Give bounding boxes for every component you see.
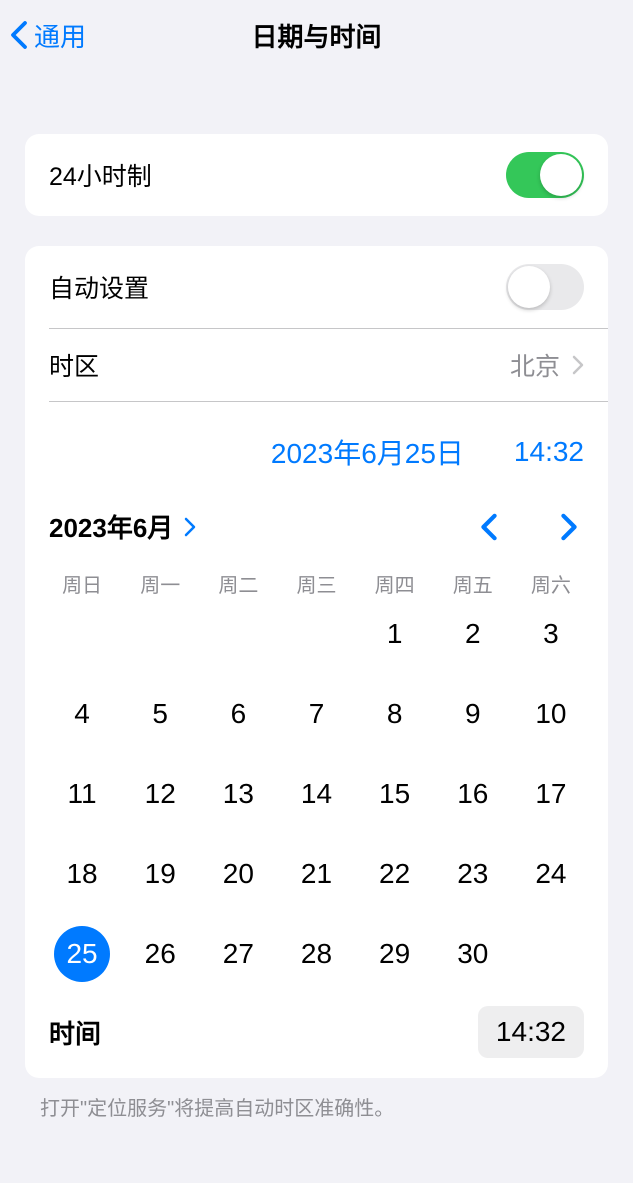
calendar-grid: 1234567891011121314151617181920212223242… — [25, 606, 608, 982]
calendar-day[interactable]: 4 — [43, 686, 121, 742]
calendar-day[interactable]: 13 — [199, 766, 277, 822]
weekday-row: 周日周一周二周三周四周五周六 — [25, 569, 608, 606]
calendar-day[interactable]: 3 — [512, 606, 590, 662]
month-nav — [474, 512, 584, 542]
calendar-day[interactable]: 1 — [356, 606, 434, 662]
chevron-right-icon — [560, 513, 578, 541]
calendar-day[interactable]: 24 — [512, 846, 590, 902]
calendar-day[interactable]: 18 — [43, 846, 121, 902]
back-label: 通用 — [34, 17, 86, 54]
hour-format-section: 24小时制 — [25, 134, 608, 216]
month-picker-button[interactable]: 2023年6月 — [49, 508, 197, 545]
time-picker-button[interactable]: 14:32 — [478, 1006, 584, 1058]
calendar-day[interactable]: 29 — [356, 926, 434, 982]
weekday-label: 周四 — [356, 569, 434, 598]
calendar-day[interactable]: 2 — [434, 606, 512, 662]
calendar-day[interactable]: 22 — [356, 846, 434, 902]
toggle-knob — [508, 266, 550, 308]
calendar-day[interactable]: 26 — [121, 926, 199, 982]
time-row: 时间 14:32 — [25, 982, 608, 1078]
weekday-label: 周一 — [121, 569, 199, 598]
timezone-row[interactable]: 时区 北京 — [25, 329, 608, 401]
calendar-day[interactable]: 10 — [512, 686, 590, 742]
weekday-label: 周六 — [512, 569, 590, 598]
weekday-label: 周五 — [434, 569, 512, 598]
chevron-left-icon — [10, 20, 28, 50]
auto-set-toggle[interactable] — [506, 264, 584, 310]
hour-format-row: 24小时制 — [25, 134, 608, 216]
calendar-day[interactable]: 27 — [199, 926, 277, 982]
weekday-label: 周三 — [277, 569, 355, 598]
back-button[interactable]: 通用 — [10, 17, 86, 54]
timezone-label: 时区 — [49, 347, 99, 383]
calendar-header: 2023年6月 — [25, 492, 608, 569]
hour-format-label: 24小时制 — [49, 157, 152, 193]
timezone-value-group: 北京 — [510, 347, 584, 383]
page-title: 日期与时间 — [251, 17, 381, 54]
calendar-day[interactable]: 6 — [199, 686, 277, 742]
datetime-section: 自动设置 时区 北京 2023年6月25日 14:32 2023年6月 — [25, 246, 608, 1078]
weekday-label: 周日 — [43, 569, 121, 598]
calendar-day[interactable]: 28 — [277, 926, 355, 982]
calendar-day[interactable]: 15 — [356, 766, 434, 822]
hour-format-toggle[interactable] — [506, 152, 584, 198]
header: 通用 日期与时间 — [0, 0, 633, 70]
footer-hint: 打开"定位服务"将提高自动时区准确性。 — [0, 1078, 633, 1121]
time-label: 时间 — [49, 1014, 101, 1051]
calendar-day[interactable]: 30 — [434, 926, 512, 982]
calendar-day[interactable]: 5 — [121, 686, 199, 742]
month-label: 2023年6月 — [49, 508, 173, 545]
auto-set-label: 自动设置 — [49, 269, 149, 305]
calendar-day[interactable]: 17 — [512, 766, 590, 822]
calendar-day[interactable]: 19 — [121, 846, 199, 902]
calendar-day[interactable]: 11 — [43, 766, 121, 822]
weekday-label: 周二 — [199, 569, 277, 598]
calendar-day[interactable]: 23 — [434, 846, 512, 902]
auto-set-row: 自动设置 — [25, 246, 608, 328]
chevron-left-icon — [480, 513, 498, 541]
calendar-day[interactable]: 8 — [356, 686, 434, 742]
calendar-day[interactable]: 12 — [121, 766, 199, 822]
chevron-right-icon — [183, 517, 197, 537]
calendar-day[interactable]: 16 — [434, 766, 512, 822]
calendar-day[interactable]: 9 — [434, 686, 512, 742]
selected-time[interactable]: 14:32 — [514, 436, 584, 468]
calendar-day[interactable]: 21 — [277, 846, 355, 902]
calendar-day-empty — [43, 606, 121, 662]
calendar-day[interactable]: 20 — [199, 846, 277, 902]
calendar-day-empty — [199, 606, 277, 662]
selected-date[interactable]: 2023年6月25日 — [271, 432, 464, 472]
timezone-value: 北京 — [510, 347, 560, 383]
selected-datetime-row: 2023年6月25日 14:32 — [25, 402, 608, 492]
calendar-day[interactable]: 25 — [43, 926, 121, 982]
chevron-right-icon — [572, 355, 584, 375]
prev-month-button[interactable] — [474, 512, 504, 542]
toggle-knob — [540, 154, 582, 196]
calendar-day-empty — [277, 606, 355, 662]
next-month-button[interactable] — [554, 512, 584, 542]
calendar-day[interactable]: 14 — [277, 766, 355, 822]
calendar-day-empty — [121, 606, 199, 662]
calendar-day[interactable]: 7 — [277, 686, 355, 742]
